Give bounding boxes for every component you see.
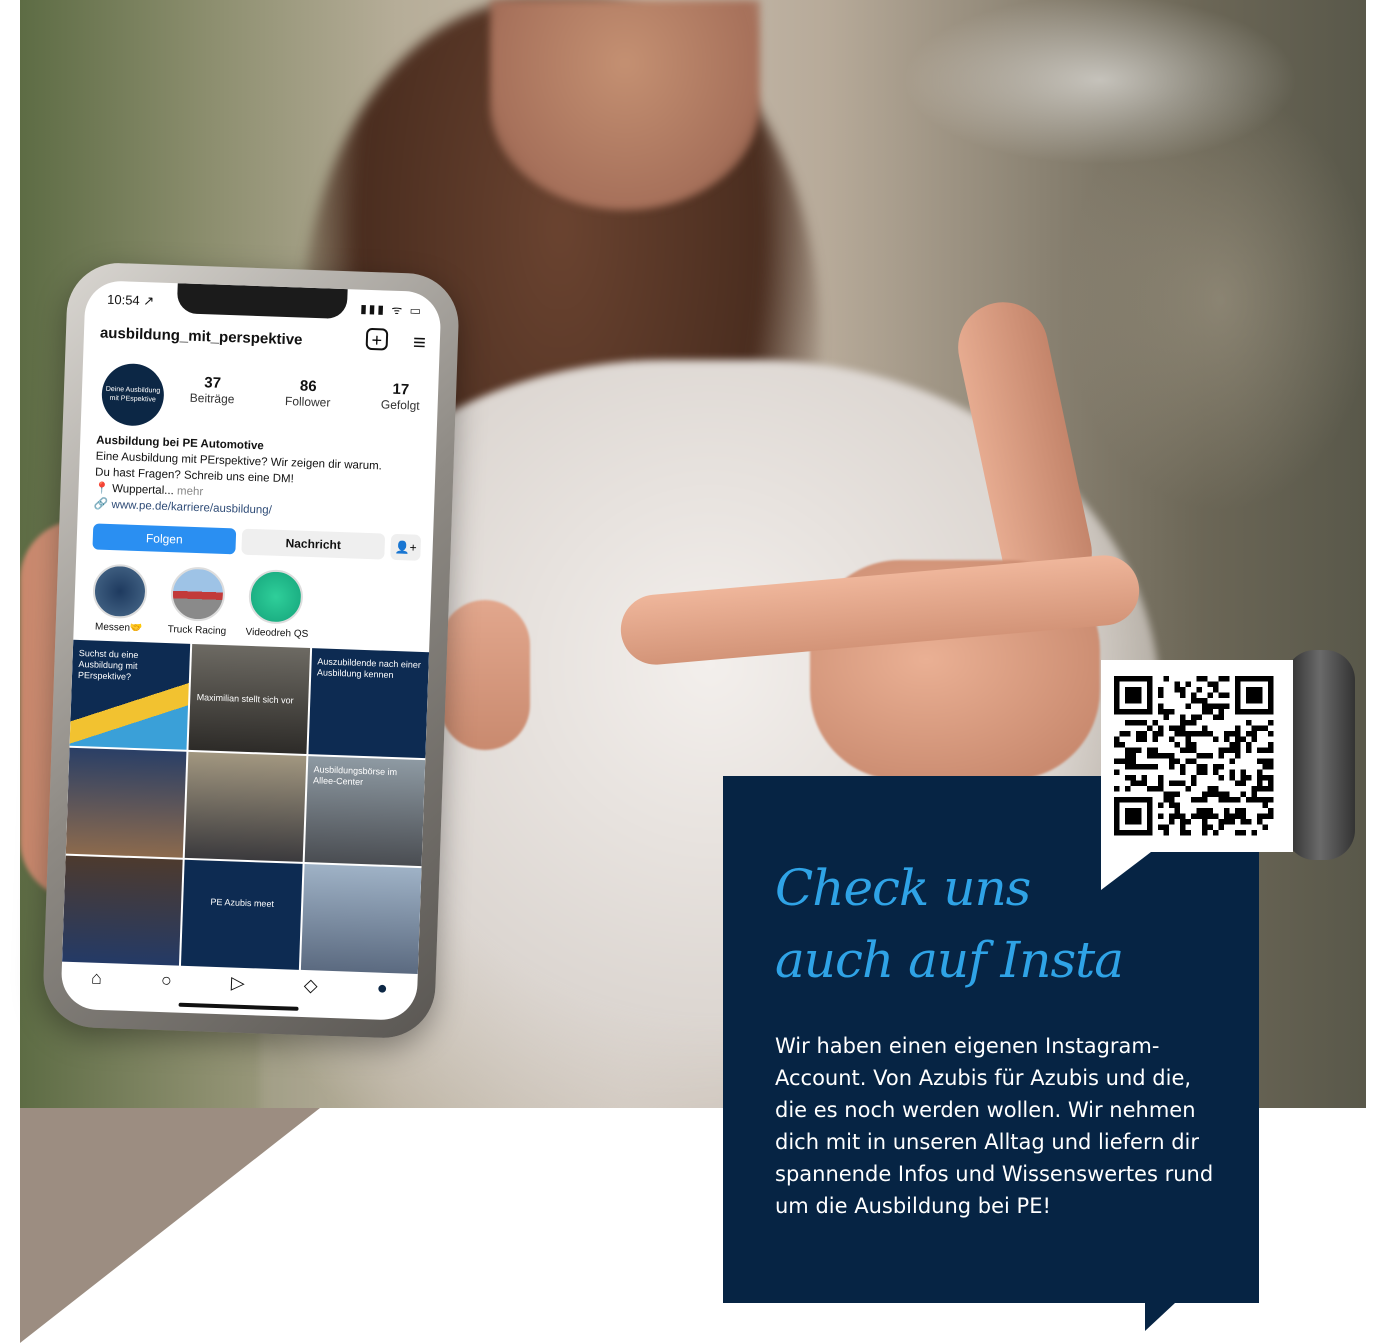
- home-icon[interactable]: ⌂: [91, 967, 103, 988]
- stat-posts[interactable]: 37 Beiträge: [189, 374, 236, 407]
- profile-bio: Ausbildung bei PE Automotive Eine Ausbil…: [94, 432, 425, 523]
- stat-following[interactable]: 17 Gefolgt: [380, 380, 421, 413]
- post-caption: [194, 760, 299, 764]
- instagram-screen: 10:54 ↗ ▮▮▮ ᯤ ▭ ausbildung_mit_perspekti…: [60, 280, 442, 1021]
- stat-number: 86: [299, 377, 317, 396]
- qr-speech-tail: [1101, 852, 1151, 890]
- post-caption: Auszubildende nach einer Ausbildung kenn…: [316, 656, 422, 680]
- post-tile[interactable]: Ausbildungsbörse im Allee-Center: [304, 756, 426, 867]
- left-thumb: [440, 600, 530, 750]
- post-grid: Suchst du eine Ausbildung mit PErspektiv…: [62, 639, 430, 975]
- stat-number: 37: [204, 374, 222, 392]
- avatar-text: Deine Ausbildung mit PEspektive: [105, 385, 161, 404]
- story-highlights: Messen🤝 Truck Racing Videodreh QS: [90, 563, 309, 640]
- corner-triangle: [20, 1108, 320, 1343]
- highlight-cover: [170, 566, 226, 623]
- bio-location: 📍 Wuppertal...: [94, 482, 175, 498]
- body-text: Wir haben einen eigenen Instagram-Accoun…: [775, 1034, 1214, 1218]
- highlight-truck-racing[interactable]: Truck Racing: [167, 566, 227, 637]
- post-tile[interactable]: PE Azubis meet: [181, 859, 303, 970]
- status-icons: ▮▮▮ ᯤ ▭: [359, 301, 424, 318]
- headline: Check uns auch auf Insta: [775, 852, 1124, 996]
- post-tile[interactable]: Auszubildende nach einer Ausbildung kenn…: [308, 648, 430, 759]
- phone-notch: [176, 283, 348, 320]
- post-caption: Maximilian stellt sich vor: [196, 692, 294, 706]
- profile-icon[interactable]: ●: [376, 977, 388, 998]
- post-tile[interactable]: [62, 855, 183, 966]
- add-post-icon[interactable]: +: [365, 327, 389, 351]
- post-tile[interactable]: [300, 863, 422, 975]
- post-tile[interactable]: [185, 751, 307, 862]
- menu-icon[interactable]: ≡: [413, 329, 427, 355]
- post-caption: Ausbildungsbörse im Allee-Center: [312, 764, 398, 787]
- shop-icon[interactable]: ◇: [304, 975, 319, 996]
- stat-label: Gefolgt: [380, 397, 420, 413]
- post-caption: [310, 872, 415, 876]
- search-icon[interactable]: ○: [161, 970, 173, 991]
- info-box-tail: [1145, 1303, 1175, 1331]
- post-tile[interactable]: [65, 747, 187, 858]
- highlight-messen[interactable]: Messen🤝: [90, 563, 150, 634]
- profile-avatar[interactable]: Deine Ausbildung mit PEspektive: [100, 362, 165, 427]
- highlight-label: Truck Racing: [167, 624, 227, 638]
- post-caption: PE Azubis meet: [210, 896, 275, 909]
- smartphone: 10:54 ↗ ▮▮▮ ᯤ ▭ ausbildung_mit_perspekti…: [41, 261, 461, 1040]
- post-caption: Suchst du eine Ausbildung mit PErspektiv…: [77, 647, 139, 682]
- post-tile[interactable]: Suchst du eine Ausbildung mit PErspektiv…: [69, 639, 191, 750]
- message-button[interactable]: Nachricht: [241, 528, 386, 560]
- highlight-label: Videodreh QS: [245, 626, 309, 640]
- face: [490, 0, 760, 210]
- suggest-users-icon[interactable]: 👤+: [390, 533, 422, 561]
- profile-username: ausbildung_mit_perspektive: [99, 324, 303, 349]
- headline-line-1: Check uns: [775, 859, 1031, 917]
- profile-actions: Folgen Nachricht 👤+: [92, 523, 422, 561]
- highlight-videodreh[interactable]: Videodreh QS: [245, 568, 309, 640]
- highlight-cover: [247, 568, 304, 625]
- post-caption: [75, 756, 180, 760]
- profile-header: ausbildung_mit_perspektive + ≡: [99, 324, 427, 360]
- stat-followers[interactable]: 86 Follower: [285, 377, 331, 410]
- headline-line-2: auch auf Insta: [775, 931, 1124, 989]
- follow-button[interactable]: Folgen: [92, 523, 237, 555]
- stat-label: Follower: [284, 394, 331, 410]
- highlight-cover: [92, 563, 148, 620]
- stat-number: 17: [392, 380, 410, 399]
- post-tile[interactable]: Maximilian stellt sich vor: [188, 643, 310, 754]
- profile-stats: 37 Beiträge 86 Follower 17 Gefolgt: [190, 374, 421, 413]
- reels-icon[interactable]: ▷: [231, 972, 246, 993]
- status-time: 10:54 ↗: [106, 291, 155, 309]
- home-indicator: [178, 1002, 299, 1011]
- stat-label: Beiträge: [189, 390, 235, 407]
- wrist-watch: [1285, 650, 1355, 860]
- post-caption: [71, 864, 176, 868]
- qr-code-icon[interactable]: [1114, 676, 1278, 836]
- bio-more-link[interactable]: mehr: [174, 485, 204, 498]
- highlight-label: Messen🤝: [94, 621, 143, 635]
